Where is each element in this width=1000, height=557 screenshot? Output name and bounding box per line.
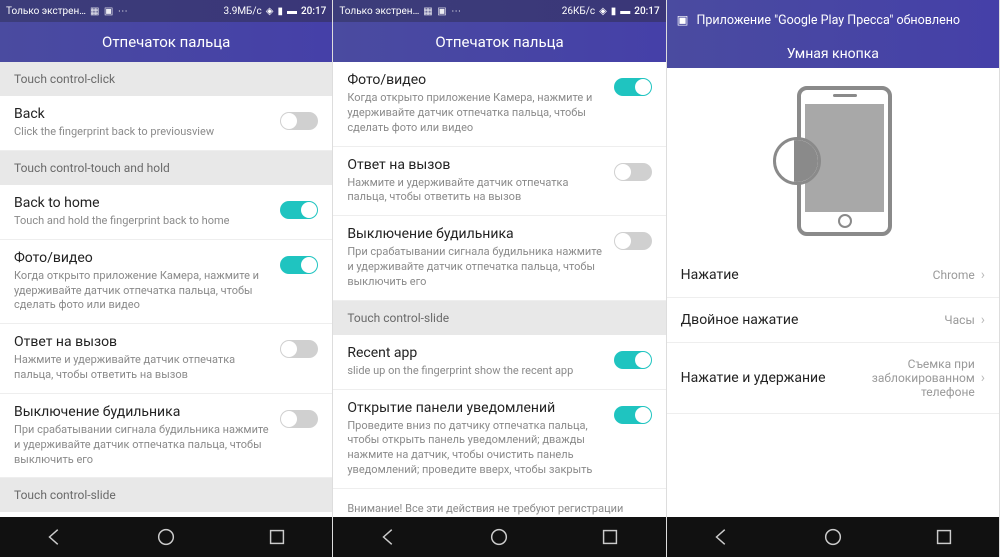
row-value: Съемка при заблокированном телефоне — [826, 357, 981, 399]
toggle-notifications[interactable] — [614, 406, 652, 424]
signal-icon: ▮ — [277, 6, 283, 17]
row-long-press[interactable]: Нажатие и удержание Съемка при заблокиро… — [667, 343, 999, 414]
setting-row-answer[interactable]: Ответ на вызов Нажмите и удерживайте дат… — [333, 147, 665, 217]
setting-title: Фото/видео — [347, 72, 605, 88]
setting-row-notifications[interactable]: Открытие панели уведомлений Проведите вн… — [333, 390, 665, 489]
settings-list[interactable]: Touch control-click Back Click the finge… — [0, 62, 332, 517]
chevron-right-icon: › — [981, 267, 985, 283]
settings-list[interactable]: Фото/видео Когда открыто приложение Каме… — [333, 62, 665, 517]
status-bar: Только экстрен… ▦ ▣ ⋯ 3.9МБ/с ◈ ▮ ▬ 20:1… — [0, 0, 332, 22]
illustration — [667, 68, 999, 253]
status-icons: ▦ ▣ ⋯ — [90, 6, 129, 17]
status-icons: ▦ ▣ ⋯ — [423, 6, 462, 17]
toggle-answer[interactable] — [280, 340, 318, 358]
screen-smart-button: ▣ Приложение "Google Play Пресса" обновл… — [667, 0, 1000, 557]
setting-row-back-home[interactable]: Back to home Touch and hold the fingerpr… — [0, 185, 332, 240]
setting-desc: Click the fingerprint back to previousvi… — [14, 125, 272, 140]
toggle-photo[interactable] — [614, 78, 652, 96]
setting-row-alarm[interactable]: Выключение будильника При срабатывании с… — [0, 394, 332, 479]
setting-row-alarm[interactable]: Выключение будильника При срабатывании с… — [333, 216, 665, 301]
nav-back-button[interactable] — [44, 526, 66, 548]
chevron-right-icon: › — [981, 312, 985, 328]
screen-fingerprint-1: Только экстрен… ▦ ▣ ⋯ 3.9МБ/с ◈ ▮ ▬ 20:1… — [0, 0, 333, 557]
battery-icon: ▬ — [620, 6, 630, 17]
nav-bar — [333, 517, 665, 557]
setting-title: Ответ на вызов — [347, 157, 605, 173]
wifi-icon: ◈ — [599, 6, 607, 17]
nav-home-button[interactable] — [488, 526, 510, 548]
footnote: Внимание! Все эти действия не требуют ре… — [333, 489, 665, 517]
setting-row-back[interactable]: Back Click the fingerprint back to previ… — [0, 96, 332, 151]
setting-title: Фото/видео — [14, 250, 272, 266]
nav-bar — [667, 517, 999, 557]
setting-title: Открытие панели уведомлений — [347, 400, 605, 416]
status-speed: 3.9МБ/с — [223, 6, 261, 17]
row-single-press[interactable]: Нажатие Chrome › — [667, 253, 999, 298]
setting-desc: При срабатывании сигнала будильника нажм… — [347, 245, 605, 290]
wifi-icon: ◈ — [266, 6, 274, 17]
toggle-back[interactable] — [280, 112, 318, 130]
page-title: Отпечаток пальца — [0, 22, 332, 62]
toggle-back-home[interactable] — [280, 201, 318, 219]
toggle-answer[interactable] — [614, 163, 652, 181]
notification-text: Приложение "Google Play Пресса" обновлен… — [696, 13, 960, 28]
status-bar: Только экстрен… ▦ ▣ ⋯ 26КБ/с ◈ ▮ ▬ 20:17 — [333, 0, 665, 22]
status-speed: 26КБ/с — [562, 6, 595, 17]
setting-desc: slide up on the fingerprint show the rec… — [347, 364, 605, 379]
page-title: Умная кнопка — [667, 40, 999, 68]
setting-title: Recent app — [347, 345, 605, 361]
row-label: Двойное нажатие — [681, 312, 799, 328]
toggle-photo[interactable] — [280, 256, 318, 274]
nav-back-button[interactable] — [378, 526, 400, 548]
status-carrier: Только экстрен… — [339, 6, 419, 17]
nav-recent-button[interactable] — [933, 526, 955, 548]
setting-title: Back to home — [14, 195, 272, 211]
setting-title: Back — [14, 106, 272, 122]
setting-desc: Проведите вниз по датчику отпечатка паль… — [347, 419, 605, 478]
toggle-alarm[interactable] — [280, 410, 318, 428]
setting-desc: Нажмите и удерживайте датчик отпечатка п… — [347, 176, 605, 206]
toggle-recent[interactable] — [614, 351, 652, 369]
nav-home-button[interactable] — [155, 526, 177, 548]
page-title: Отпечаток пальца — [333, 22, 665, 62]
setting-desc: При срабатывании сигнала будильника нажм… — [14, 423, 272, 468]
setting-row-photo[interactable]: Фото/видео Когда открыто приложение Каме… — [333, 62, 665, 147]
setting-title: Выключение будильника — [14, 404, 272, 420]
section-header: Touch control-slide — [333, 301, 665, 335]
setting-row-answer[interactable]: Ответ на вызов Нажмите и удерживайте дат… — [0, 324, 332, 394]
row-value: Chrome — [933, 268, 981, 282]
store-icon: ▣ — [677, 12, 689, 28]
battery-icon: ▬ — [287, 6, 297, 17]
toggle-alarm[interactable] — [614, 232, 652, 250]
setting-row-photo[interactable]: Фото/видео Когда открыто приложение Каме… — [0, 240, 332, 325]
setting-desc: Touch and hold the fingerprint back to h… — [14, 214, 272, 229]
setting-desc: Когда открыто приложение Камера, нажмите… — [14, 269, 272, 314]
signal-icon: ▮ — [611, 6, 617, 17]
row-value: Часы — [944, 313, 980, 327]
status-time: 20:17 — [301, 6, 326, 17]
section-header: Touch control-click — [0, 62, 332, 96]
status-carrier: Только экстрен… — [6, 6, 86, 17]
nav-back-button[interactable] — [711, 526, 733, 548]
smart-button-content: Нажатие Chrome › Двойное нажатие Часы › … — [667, 68, 999, 517]
setting-title: Ответ на вызов — [14, 334, 272, 350]
screen-fingerprint-2: Только экстрен… ▦ ▣ ⋯ 26КБ/с ◈ ▮ ▬ 20:17… — [333, 0, 666, 557]
chevron-right-icon: › — [981, 370, 985, 386]
nav-recent-button[interactable] — [266, 526, 288, 548]
status-time: 20:17 — [634, 6, 659, 17]
nav-recent-button[interactable] — [599, 526, 621, 548]
section-header: Touch control-touch and hold — [0, 151, 332, 185]
nav-bar — [0, 517, 332, 557]
setting-title: Выключение будильника — [347, 226, 605, 242]
setting-row-recent[interactable]: Recent app slide up on the fingerprint s… — [333, 335, 665, 390]
row-double-press[interactable]: Двойное нажатие Часы › — [667, 298, 999, 343]
fingerprint-icon — [773, 137, 821, 185]
row-label: Нажатие — [681, 267, 739, 283]
row-label: Нажатие и удержание — [681, 370, 826, 386]
setting-desc: Когда открыто приложение Камера, нажмите… — [347, 91, 605, 136]
nav-home-button[interactable] — [822, 526, 844, 548]
setting-desc: Нажмите и удерживайте датчик отпечатка п… — [14, 353, 272, 383]
notification-bar[interactable]: ▣ Приложение "Google Play Пресса" обновл… — [667, 0, 999, 40]
section-header: Touch control-slide — [0, 478, 332, 512]
